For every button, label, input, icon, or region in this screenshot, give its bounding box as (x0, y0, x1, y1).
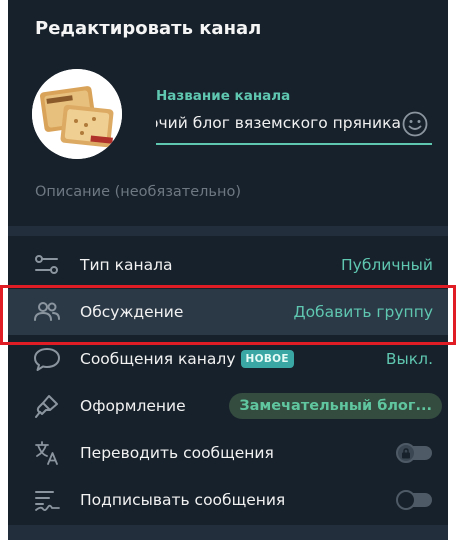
channel-messages-row[interactable]: Сообщения каналу НОВОЕ Выкл. (8, 336, 448, 382)
paint-brush-icon (33, 393, 61, 419)
users-icon (33, 299, 61, 325)
appearance-label: Оформление (80, 397, 186, 415)
sign-messages-row[interactable]: Подписывать сообщения (8, 477, 448, 523)
sign-toggle[interactable] (396, 490, 432, 510)
channel-type-label: Тип канала (80, 256, 173, 274)
edit-channel-panel: Редактировать канал Название канала Опис… (8, 0, 448, 540)
translate-icon (33, 440, 61, 466)
page-title: Редактировать канал (35, 18, 262, 39)
discussion-value: Добавить группу (293, 303, 433, 321)
chat-bubble-icon (33, 346, 61, 372)
emoji-icon[interactable] (401, 110, 429, 138)
channel-type-row[interactable]: Тип канала Публичный (8, 242, 448, 288)
translate-toggle[interactable] (396, 443, 432, 463)
channel-name-input[interactable] (156, 110, 401, 136)
channel-name-label: Название канала (156, 88, 291, 104)
translate-messages-label: Переводить сообщения (80, 444, 274, 462)
discussion-row[interactable]: Обсуждение Добавить группу (8, 289, 448, 335)
bottom-divider (8, 525, 448, 540)
channel-messages-text: Сообщения каналу (80, 350, 236, 368)
appearance-value: Замечательный блог... (229, 393, 442, 419)
toggle-knob (396, 490, 416, 510)
channel-type-value: Публичный (341, 256, 433, 274)
appearance-row[interactable]: Оформление Замечательный блог... (8, 383, 448, 429)
sign-messages-label: Подписывать сообщения (80, 491, 286, 509)
translate-messages-row[interactable]: Переводить сообщения (8, 430, 448, 476)
new-badge: НОВОЕ (240, 350, 294, 368)
sliders-icon (33, 252, 61, 278)
discussion-label: Обсуждение (80, 303, 184, 321)
channel-messages-value: Выкл. (385, 350, 433, 368)
channel-avatar[interactable] (32, 69, 122, 159)
lock-icon (396, 443, 416, 463)
channel-messages-label: Сообщения каналу НОВОЕ (80, 350, 294, 368)
channel-name-underline (156, 143, 432, 145)
description-field[interactable]: Описание (необязательно) (35, 184, 241, 200)
signature-icon (33, 487, 61, 513)
section-divider (8, 226, 448, 236)
